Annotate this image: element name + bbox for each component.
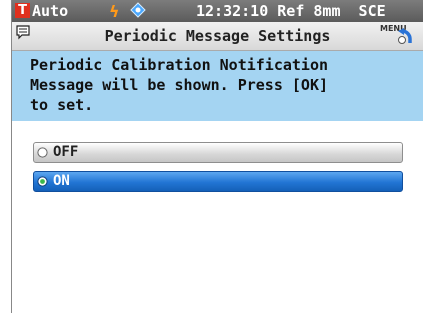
status-readout: 12:32:10 Ref 8mm SCE <box>196 2 386 20</box>
option-label-off: OFF <box>53 144 79 160</box>
target-icon <box>130 2 146 18</box>
return-arrow-icon <box>398 28 412 44</box>
mode-badge: T <box>15 3 30 18</box>
option-label-on: ON <box>53 173 70 189</box>
option-on[interactable]: ON <box>33 171 403 192</box>
option-off[interactable]: OFF <box>33 142 403 163</box>
radio-off-icon <box>37 147 48 158</box>
radio-on-icon <box>37 176 48 187</box>
mode-text: Auto <box>32 2 69 20</box>
status-bar: T Auto ϟ 12:32:10 Ref 8mm SCE <box>12 0 423 22</box>
device-screen: T Auto ϟ 12:32:10 Ref 8mm SCE Periodic M… <box>11 0 423 313</box>
info-message: Periodic Calibration Notification Messag… <box>30 56 329 114</box>
menu-back-button[interactable]: MENU <box>380 24 418 46</box>
page-title: Periodic Message Settings <box>104 27 331 45</box>
title-bar: Periodic Message Settings MENU <box>12 22 423 51</box>
flash-icon: ϟ <box>109 2 120 21</box>
info-panel: Periodic Calibration Notification Messag… <box>12 51 423 121</box>
